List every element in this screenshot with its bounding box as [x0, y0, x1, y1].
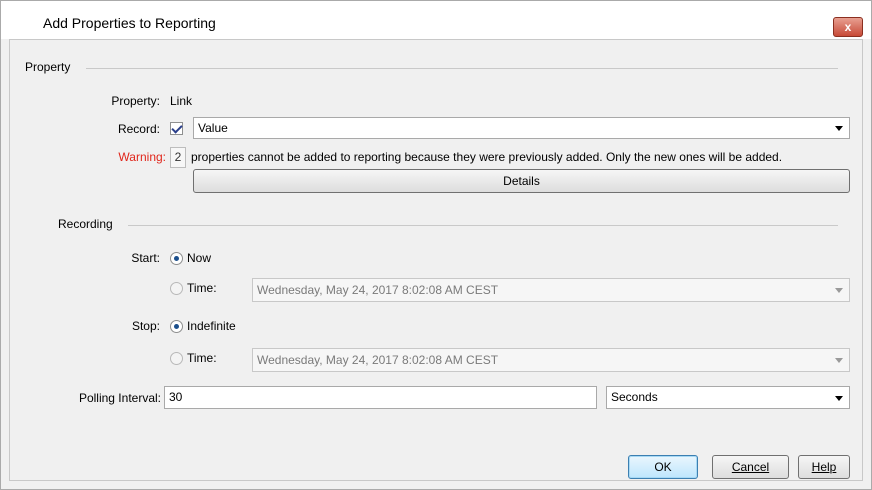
- recording-section-heading: Recording: [58, 217, 113, 231]
- chevron-down-icon: [835, 126, 843, 131]
- chevron-down-icon: [835, 288, 843, 293]
- stop-time-label[interactable]: Time:: [187, 351, 217, 365]
- stop-label: Stop:: [131, 319, 160, 333]
- close-button[interactable]: x: [833, 17, 863, 37]
- chevron-down-icon: [835, 396, 843, 401]
- record-checkbox[interactable]: [170, 122, 183, 135]
- start-time-radio[interactable]: [170, 282, 183, 295]
- cancel-button[interactable]: Cancel: [712, 455, 789, 479]
- close-icon: x: [844, 20, 852, 34]
- start-time-picker[interactable]: Wednesday, May 24, 2017 8:02:08 AM CEST: [252, 278, 850, 302]
- start-time-value: Wednesday, May 24, 2017 8:02:08 AM CEST: [257, 283, 499, 297]
- property-value: Link: [170, 94, 193, 108]
- stop-time-value: Wednesday, May 24, 2017 8:02:08 AM CEST: [257, 353, 499, 367]
- start-time-label[interactable]: Time:: [187, 281, 217, 295]
- ok-button[interactable]: OK: [628, 455, 698, 479]
- warning-label: Warning:: [118, 150, 166, 164]
- warning-count-badge: 2: [170, 147, 186, 168]
- polling-interval-input[interactable]: 30: [164, 386, 597, 409]
- start-now-radio[interactable]: [170, 252, 183, 265]
- stop-time-picker[interactable]: Wednesday, May 24, 2017 8:02:08 AM CEST: [252, 348, 850, 372]
- property-label: Property:: [111, 94, 160, 108]
- chevron-down-icon: [835, 358, 843, 363]
- record-select[interactable]: Value: [193, 117, 850, 139]
- recording-divider: [128, 225, 838, 226]
- stop-indefinite-radio[interactable]: [170, 320, 183, 333]
- dialog-content: Property Property: Link Record: Value Wa…: [9, 39, 863, 481]
- stop-indefinite-label[interactable]: Indefinite: [187, 319, 236, 333]
- start-now-label[interactable]: Now: [187, 251, 211, 265]
- property-divider: [86, 68, 838, 69]
- stop-time-radio[interactable]: [170, 352, 183, 365]
- dialog-title: Add Properties to Reporting: [43, 15, 216, 31]
- title-bar[interactable]: Add Properties to Reporting x: [1, 1, 871, 39]
- property-section-heading: Property: [25, 60, 71, 74]
- start-label: Start:: [131, 251, 160, 265]
- polling-unit-select[interactable]: Seconds: [606, 386, 850, 409]
- polling-interval-label: Polling Interval:: [78, 391, 161, 405]
- polling-unit-value: Seconds: [611, 390, 658, 404]
- details-button[interactable]: Details: [193, 169, 850, 193]
- record-select-value: Value: [198, 121, 228, 135]
- warning-message: properties cannot be added to reporting …: [191, 150, 783, 164]
- help-button[interactable]: Help: [798, 455, 850, 479]
- record-label: Record:: [117, 122, 160, 136]
- dialog-window: Add Properties to Reporting x Property P…: [0, 0, 872, 490]
